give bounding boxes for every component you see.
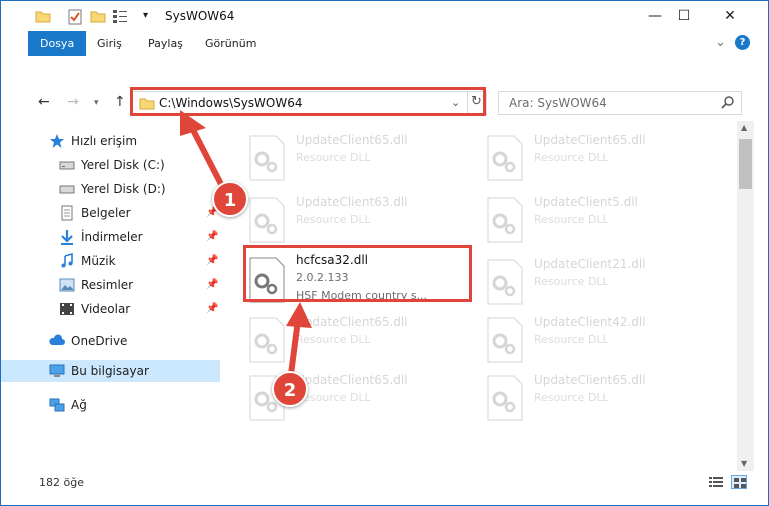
step-2-badge: 2 [272,371,308,407]
arrow-2-head [286,302,312,328]
annotation-arrows [180,110,312,383]
step-1-badge: 1 [212,181,248,217]
arrow-1-shaft [189,126,227,192]
